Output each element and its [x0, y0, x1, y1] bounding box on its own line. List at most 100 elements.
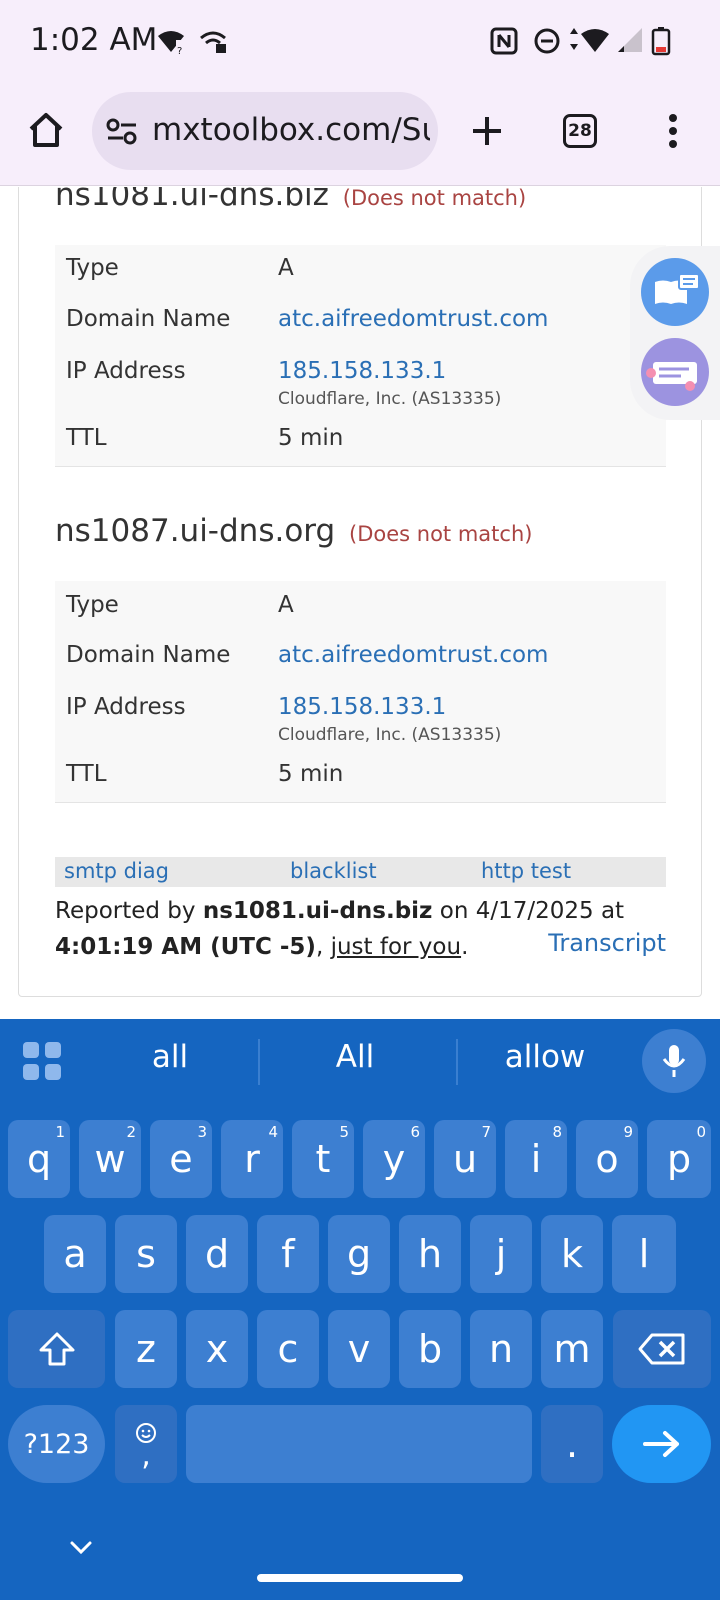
home-indicator[interactable]: [257, 1574, 463, 1582]
home-icon[interactable]: [20, 104, 72, 156]
ip-link[interactable]: 185.158.133.1: [278, 694, 446, 720]
row-value: 5 min: [278, 761, 344, 787]
just-for-you-link[interactable]: just for you: [331, 934, 461, 960]
ip-link[interactable]: 185.158.133.1: [278, 358, 446, 384]
enter-key[interactable]: [612, 1405, 711, 1483]
address-bar[interactable]: mxtoolbox.com/Su: [92, 92, 438, 170]
record-table: Type A Domain Name atc.aifreedomtrust.co…: [55, 245, 666, 467]
comma-key[interactable]: ,: [115, 1405, 177, 1483]
nameserver-title: ns1087.ui-dns.org (Does not match): [55, 513, 532, 549]
report-end: .: [461, 934, 469, 960]
key-h[interactable]: h: [399, 1215, 461, 1293]
row-label: TTL: [66, 425, 107, 451]
floating-tools-panel: [630, 246, 720, 420]
tools-link-bar: smtp diag blacklist http test: [55, 857, 666, 887]
suggestion[interactable]: allow: [470, 1039, 620, 1075]
row-label: Domain Name: [66, 306, 231, 332]
key-g[interactable]: g: [328, 1215, 390, 1293]
row-label: IP Address: [66, 694, 186, 720]
backspace-icon: [638, 1333, 685, 1365]
report-date: on 4/17/2025 at: [432, 898, 625, 924]
wifi-icon: [568, 26, 612, 61]
nameserver-title: ns1081.ui-dns.biz (Does not match): [55, 187, 526, 213]
nameserver-name: ns1087.ui-dns.org: [55, 513, 336, 549]
shift-key[interactable]: [8, 1310, 105, 1388]
soft-keyboard: all All allow q1 w2 e3 r4 t5 y6 u7 i8 o9…: [0, 1019, 720, 1600]
apps-grid-icon[interactable]: [22, 1041, 62, 1086]
row-value: A: [278, 592, 294, 618]
key-b[interactable]: b: [399, 1310, 461, 1388]
key-q[interactable]: q1: [8, 1120, 70, 1198]
battery-icon: [651, 26, 671, 61]
do-not-disturb-icon: [533, 26, 561, 61]
key-x[interactable]: x: [186, 1310, 248, 1388]
space-key[interactable]: [186, 1405, 532, 1483]
suggestion[interactable]: All: [285, 1039, 425, 1075]
suggestion[interactable]: all: [100, 1039, 240, 1075]
period-key[interactable]: .: [541, 1405, 603, 1483]
key-a[interactable]: a: [44, 1215, 106, 1293]
key-v[interactable]: v: [328, 1310, 390, 1388]
shift-icon: [39, 1332, 74, 1366]
row-label: Type: [66, 592, 119, 618]
key-s[interactable]: s: [115, 1215, 177, 1293]
key-m[interactable]: m: [541, 1310, 603, 1388]
blacklist-link[interactable]: blacklist: [290, 859, 377, 883]
key-f[interactable]: f: [257, 1215, 319, 1293]
svg-text:?: ?: [177, 46, 182, 56]
key-o[interactable]: o9: [576, 1120, 638, 1198]
hide-keyboard-icon[interactable]: [66, 1539, 96, 1562]
key-p[interactable]: p0: [647, 1120, 711, 1198]
match-status: (Does not match): [342, 187, 527, 210]
key-d[interactable]: d: [186, 1215, 248, 1293]
wifi-calling-icon: ?: [156, 26, 186, 61]
url-text[interactable]: mxtoolbox.com/Su: [152, 112, 430, 148]
key-k[interactable]: k: [541, 1215, 603, 1293]
domain-link[interactable]: atc.aifreedomtrust.com: [278, 642, 548, 668]
key-u[interactable]: u7: [434, 1120, 496, 1198]
tab-count: 28: [563, 114, 597, 148]
key-e[interactable]: e3: [150, 1120, 212, 1198]
key-i[interactable]: i8: [505, 1120, 567, 1198]
microphone-icon[interactable]: [642, 1029, 706, 1093]
http-test-link[interactable]: http test: [481, 859, 571, 883]
report-prefix: Reported by: [55, 898, 203, 924]
hotspot-icon: [198, 26, 228, 61]
tab-switcher-button[interactable]: 28: [555, 108, 605, 154]
nfc-icon: [490, 26, 518, 61]
new-tab-icon[interactable]: [462, 106, 512, 156]
row-value: 5 min: [278, 425, 344, 451]
row-label: Type: [66, 255, 119, 281]
report-comma: ,: [315, 934, 331, 960]
key-n[interactable]: n: [470, 1310, 532, 1388]
summary-icon[interactable]: [641, 338, 709, 406]
cell-signal-icon: [616, 26, 644, 61]
row-label: IP Address: [66, 358, 186, 384]
page-content: ns1081.ui-dns.biz (Does not match) Type …: [0, 187, 720, 1019]
key-j[interactable]: j: [470, 1215, 532, 1293]
row-label: TTL: [66, 761, 107, 787]
key-y[interactable]: y6: [363, 1120, 425, 1198]
key-r[interactable]: r4: [221, 1120, 283, 1198]
key-l[interactable]: l: [612, 1215, 676, 1293]
domain-link[interactable]: atc.aifreedomtrust.com: [278, 306, 548, 332]
smtp-diag-link[interactable]: smtp diag: [64, 859, 169, 883]
browser-toolbar: mxtoolbox.com/Su 28: [0, 86, 720, 186]
asn-info: Cloudflare, Inc. (AS13335): [278, 389, 502, 409]
key-w[interactable]: w2: [79, 1120, 141, 1198]
site-settings-icon[interactable]: [104, 114, 140, 148]
record-table: Type A Domain Name atc.aifreedomtrust.co…: [55, 581, 666, 803]
transcript-link[interactable]: Transcript: [548, 929, 666, 957]
symbols-key[interactable]: ?123: [8, 1405, 105, 1483]
key-t[interactable]: t5: [292, 1120, 354, 1198]
more-options-icon[interactable]: [648, 106, 698, 156]
row-label: Domain Name: [66, 642, 231, 668]
comma-label: ,: [141, 1438, 151, 1473]
key-c[interactable]: c: [257, 1310, 319, 1388]
key-z[interactable]: z: [115, 1310, 177, 1388]
match-status: (Does not match): [349, 522, 533, 546]
reader-mode-icon[interactable]: [641, 258, 709, 326]
row-value: A: [278, 255, 294, 281]
status-time: 1:02 AM: [30, 22, 158, 58]
backspace-key[interactable]: [613, 1310, 711, 1388]
